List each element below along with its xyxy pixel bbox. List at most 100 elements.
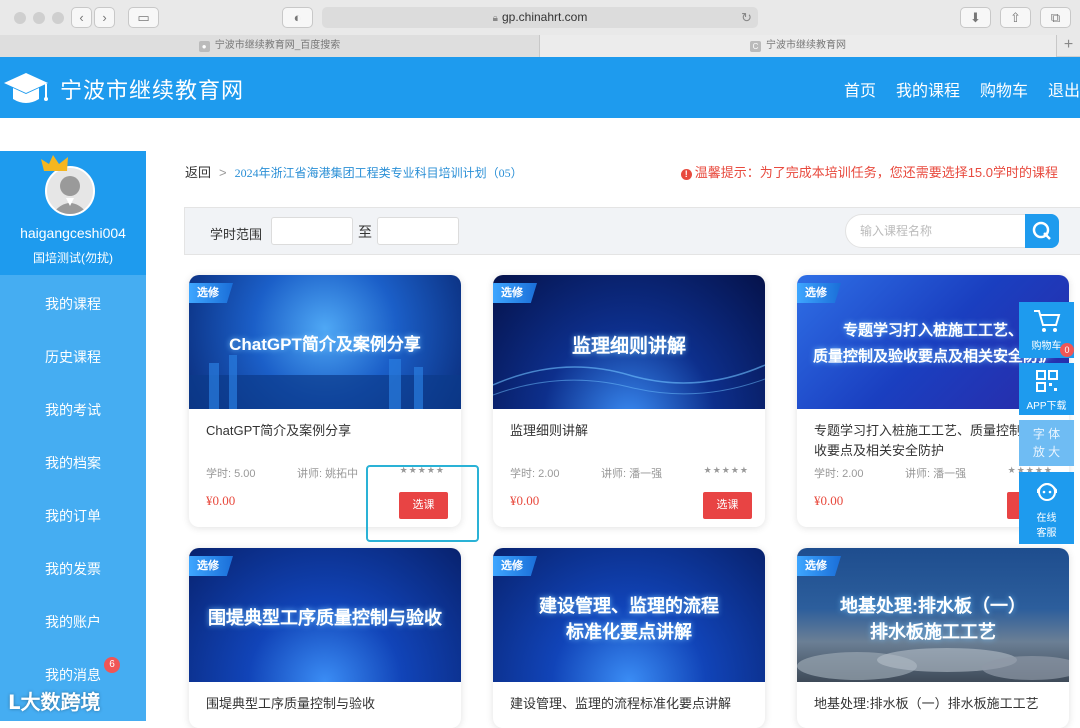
course-card[interactable]: 建设管理、监理的流程 标准化要点讲解 选修 建设管理、监理的流程标准化要点讲解 <box>493 548 765 728</box>
tabs-overview-icon[interactable]: ⧉ <box>1040 7 1071 28</box>
search-icon <box>1032 221 1051 240</box>
back-arrow-icon[interactable]: ‹ <box>71 7 92 28</box>
tab-label: 宁波市继续教育网_百度搜索 <box>214 40 341 51</box>
float-app-label: APP下载 <box>1026 401 1067 412</box>
back-link[interactable]: 返回 <box>185 165 211 180</box>
course-card[interactable]: 监理细则讲解 选修 监理细则讲解 学时: 2.00 讲师: 潘一强 ★★★★★ … <box>493 275 765 527</box>
customer-service-icon <box>1036 483 1057 501</box>
course-price: ¥0.00 <box>206 493 236 508</box>
tab-strip: ● 宁波市继续教育网_百度搜索 C 宁波市继续教育网 + <box>0 35 1080 57</box>
float-font-enlarge-button[interactable]: 字 体 放 大 <box>1019 420 1074 466</box>
download-icon[interactable]: ⬇ <box>960 7 991 28</box>
watermark-logo: ᒪ大数跨境 <box>8 686 101 715</box>
site-title[interactable]: 宁波市继续教育网 <box>60 73 244 105</box>
tab-baidu-search[interactable]: ● 宁波市继续教育网_百度搜索 <box>0 35 540 57</box>
sidebar-item-my-account[interactable]: 我的账户 <box>0 596 146 649</box>
sidebar-item-my-records[interactable]: 我的档案 <box>0 437 146 490</box>
reminder-tip: ! 温馨提示：为了完成本培训任务，您还需要选择15.0学时的课程 <box>680 162 1058 181</box>
crown-icon <box>41 155 68 171</box>
sidebar-item-label: 我的消息 <box>45 667 101 683</box>
course-title[interactable]: 围堤典型工序质量控制与验收 <box>206 694 446 714</box>
address-bar[interactable]: 🔒︎ gp.chinahrt.com ↻ <box>322 7 758 28</box>
baidu-favicon-icon: ● <box>198 41 210 52</box>
course-title[interactable]: 地基处理:排水板（一）排水板施工工艺 <box>814 694 1054 714</box>
course-price: ¥0.00 <box>510 493 540 508</box>
username: haigangceshi004 <box>20 225 126 241</box>
rating-stars: ★★★★★ <box>703 465 749 475</box>
filter-bar: 学时范围 至 输入课程名称 <box>184 207 1080 255</box>
course-price: ¥0.00 <box>814 493 844 508</box>
elective-tag: 选修 <box>797 283 841 303</box>
course-card[interactable]: 地基处理:排水板（一） 排水板施工工艺 选修 地基处理:排水板（一）排水板施工工… <box>797 548 1069 728</box>
user-profile: haigangceshi004 国培测试(勿扰) <box>0 151 146 275</box>
close-window-icon[interactable] <box>14 12 26 24</box>
tab-ningbo-edu[interactable]: C 宁波市继续教育网 <box>540 35 1056 57</box>
site-favicon-icon: C <box>750 41 761 52</box>
site-header: 宁波市继续教育网 首页 我的课程 购物车 退出 <box>0 57 1080 118</box>
sidebar-item-my-invoices[interactable]: 我的发票 <box>0 543 146 596</box>
forward-arrow-icon[interactable]: › <box>94 7 115 28</box>
training-plan-link[interactable]: 2024年浙江省海港集团工程类专业科目培训计划（05） <box>235 166 523 180</box>
nav-logout[interactable]: 退出 <box>1048 77 1080 101</box>
service-label-line1: 在线 <box>1036 513 1057 524</box>
course-banner[interactable]: 建设管理、监理的流程 标准化要点讲解 选修 <box>493 548 765 682</box>
url-text: gp.chinahrt.com <box>501 10 588 24</box>
hours-min-input[interactable] <box>271 217 353 245</box>
minimize-window-icon[interactable] <box>33 12 45 24</box>
banner-title-line2: 排水板施工工艺 <box>870 622 996 642</box>
elective-tag: 选修 <box>493 556 537 576</box>
user-tag: 国培测试(勿扰) <box>33 251 113 265</box>
privacy-shield-icon[interactable]: ◐ <box>282 7 313 28</box>
breadcrumb: 返回 >2024年浙江省海港集团工程类专业科目培训计划（05） <box>185 162 523 181</box>
elective-tag: 选修 <box>797 556 841 576</box>
sidebar-item-my-orders[interactable]: 我的订单 <box>0 490 146 543</box>
avatar[interactable] <box>45 166 95 216</box>
highlight-box <box>366 465 479 542</box>
select-course-button[interactable]: 选课 <box>703 492 752 519</box>
sidebar-toggle-icon[interactable]: ▭ <box>128 7 159 28</box>
sidebar-item-history-courses[interactable]: 历史课程 <box>0 331 146 384</box>
font-label-line1: 字 体 <box>1032 427 1061 441</box>
course-card[interactable]: 围堤典型工序质量控制与验收 选修 围堤典型工序质量控制与验收 <box>189 548 461 728</box>
banner-title: 围堤典型工序质量控制与验收 <box>208 608 442 628</box>
course-title[interactable]: 监理细则讲解 <box>510 421 750 441</box>
zoom-window-icon[interactable] <box>52 12 64 24</box>
course-banner[interactable]: ChatGPT简介及案例分享 选修 <box>189 275 461 409</box>
course-hours: 学时: 2.00 <box>814 468 864 480</box>
breadcrumb-separator: > <box>219 165 227 180</box>
graduation-cap-logo-icon[interactable] <box>2 69 50 109</box>
tab-label: 宁波市继续教育网 <box>766 40 846 51</box>
sidebar-item-my-courses[interactable]: 我的课程 <box>0 278 146 331</box>
course-banner[interactable]: 地基处理:排水板（一） 排水板施工工艺 选修 <box>797 548 1069 682</box>
elective-tag: 选修 <box>189 283 233 303</box>
banner-title: 监理细则讲解 <box>571 336 686 357</box>
banner-title-line1: 建设管理、监理的流程 <box>539 596 719 616</box>
banner-title: ChatGPT简介及案例分享 <box>229 335 421 354</box>
lock-icon: 🔒︎ <box>492 13 498 24</box>
new-tab-icon[interactable]: + <box>1056 35 1080 57</box>
nav-home[interactable]: 首页 <box>844 77 876 101</box>
hours-range-label: 学时范围 <box>210 227 263 242</box>
course-title[interactable]: ChatGPT简介及案例分享 <box>206 421 446 441</box>
sidebar-item-my-exams[interactable]: 我的考试 <box>0 384 146 437</box>
share-icon[interactable]: ⇧ <box>1000 7 1031 28</box>
elective-tag: 选修 <box>493 283 537 303</box>
course-search-input[interactable]: 输入课程名称 <box>845 214 1027 248</box>
course-banner[interactable]: 监理细则讲解 选修 <box>493 275 765 409</box>
course-title[interactable]: 专题学习打入桩施工工艺、质量控制及验收要点及相关安全防护 <box>814 421 1054 461</box>
course-banner[interactable]: 围堤典型工序质量控制与验收 选修 <box>189 548 461 682</box>
nav-cart[interactable]: 购物车 <box>980 77 1028 101</box>
search-button[interactable] <box>1025 214 1059 248</box>
sidebar: haigangceshi004 国培测试(勿扰) 我的课程 历史课程 我的考试 … <box>0 151 146 721</box>
hours-max-input[interactable] <box>377 217 459 245</box>
nav-my-courses[interactable]: 我的课程 <box>896 77 960 101</box>
float-online-service-button[interactable]: 在线 客服 <box>1019 472 1074 544</box>
sidebar-menu: 我的课程 历史课程 我的考试 我的档案 我的订单 我的发票 我的账户 我的消息 … <box>0 278 146 702</box>
course-teacher: 讲师: 姚拓中 <box>297 468 359 480</box>
reload-icon[interactable]: ↻ <box>741 7 752 28</box>
float-app-download-button[interactable]: APP下载 <box>1019 363 1074 415</box>
shopping-cart-icon <box>1033 310 1060 332</box>
banner-title-line2: 标准化要点讲解 <box>566 622 692 642</box>
course-title[interactable]: 建设管理、监理的流程标准化要点讲解 <box>510 694 750 714</box>
watermark-glyph-icon: ᒪ <box>8 692 21 714</box>
